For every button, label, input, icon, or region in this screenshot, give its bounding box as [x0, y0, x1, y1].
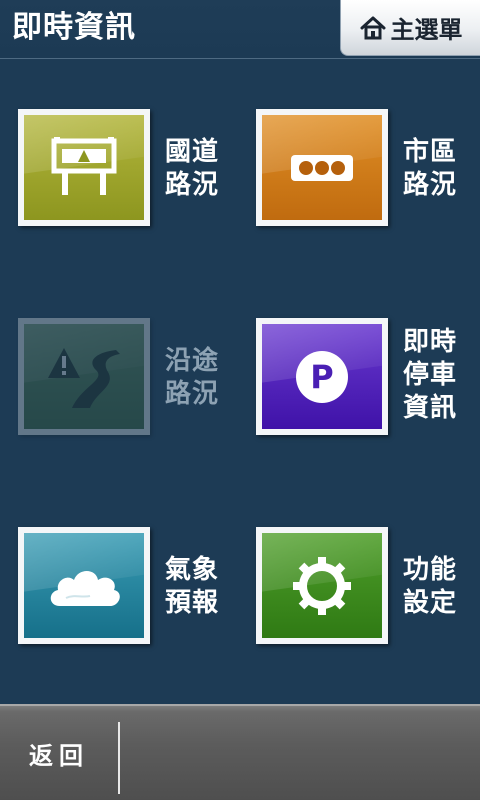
home-icon [359, 14, 387, 42]
tile-city-traffic[interactable] [256, 109, 388, 226]
cloud-icon [50, 570, 120, 606]
tile-national-highway-label: 國道 路況 [165, 137, 220, 200]
tile-national-highway[interactable] [18, 109, 150, 226]
main-menu-label: 主選單 [390, 16, 463, 44]
main-menu-button[interactable]: 主選單 [340, 0, 480, 56]
realtime-info-screen: 即時資訊 主選單 國道 路況 市區 路況 沿途 路況 P 即時 停車 資訊 氣象… [0, 0, 480, 800]
tile-settings[interactable] [256, 527, 388, 644]
page-title: 即時資訊 [12, 10, 136, 45]
toolbar-divider [118, 722, 120, 794]
bottom-toolbar: 返回 [0, 704, 480, 800]
tile-weather-forecast[interactable] [18, 527, 150, 644]
highway-sign-icon [51, 136, 117, 195]
header-bar: 即時資訊 主選單 [0, 0, 480, 59]
svg-text:P: P [310, 358, 333, 396]
tile-parking-info[interactable]: P [256, 318, 388, 435]
gear-icon [293, 556, 351, 615]
tile-route-traffic [18, 318, 150, 435]
tile-parking-info-label: 即時 停車 資訊 [403, 327, 458, 423]
tile-city-traffic-label: 市區 路況 [403, 137, 458, 200]
tile-route-traffic-label: 沿途 路況 [165, 346, 220, 409]
winding-road-icon [48, 347, 120, 408]
back-button-label: 返回 [29, 741, 89, 770]
parking-icon: P [296, 350, 348, 403]
back-button[interactable]: 返回 [0, 706, 118, 800]
traffic-light-icon [291, 154, 353, 181]
tile-weather-forecast-label: 氣象 預報 [165, 555, 220, 618]
tile-settings-label: 功能 設定 [403, 555, 458, 618]
